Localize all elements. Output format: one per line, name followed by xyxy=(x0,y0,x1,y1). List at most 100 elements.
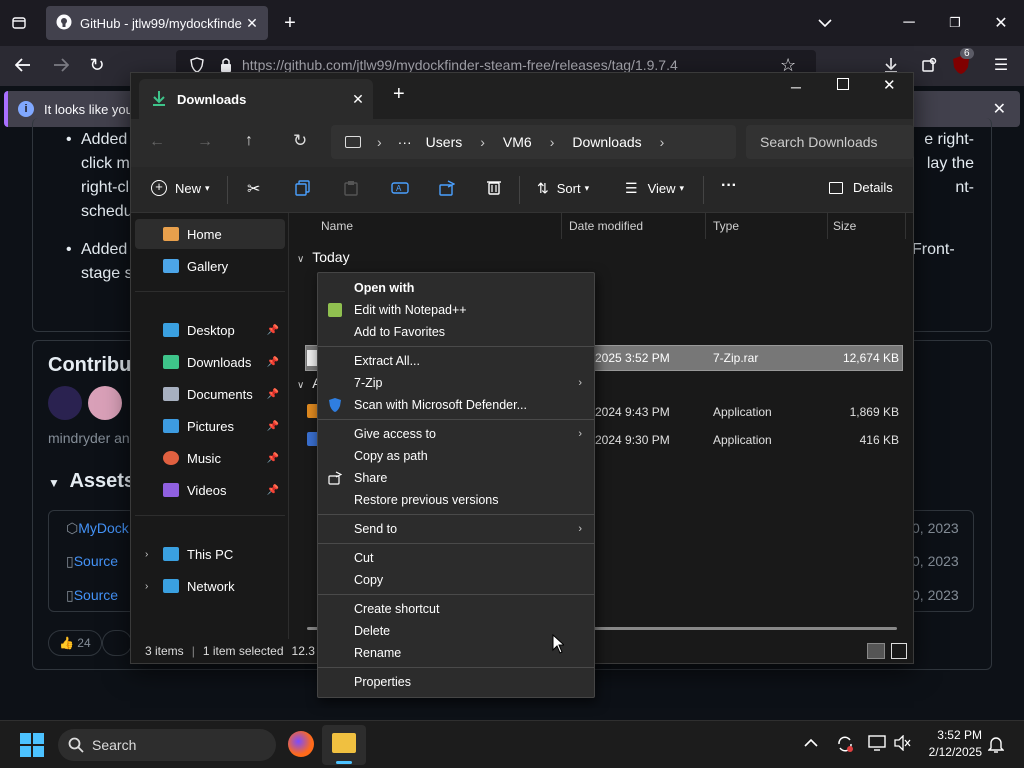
cut-icon[interactable]: ✂ xyxy=(247,179,260,199)
menu-item-extract-all[interactable]: Extract All... xyxy=(318,350,594,372)
notification-bell-icon[interactable] xyxy=(987,735,1005,758)
sort-button[interactable]: ⇅ Sort ▾ xyxy=(537,180,589,197)
menu-item-give-access[interactable]: Give access to › xyxy=(318,423,594,445)
menu-item-edit-notepad[interactable]: Edit with Notepad++ xyxy=(318,299,594,321)
delete-icon[interactable] xyxy=(487,179,501,195)
assets-heading[interactable]: ▼ Assets xyxy=(48,470,135,493)
minimize-icon[interactable]: ─ xyxy=(894,8,924,38)
nav-item-downloads[interactable]: Downloads 📌 xyxy=(135,347,285,377)
ublock-icon[interactable]: 6 xyxy=(950,48,976,80)
tab-close-icon[interactable]: ✕ xyxy=(242,15,262,32)
details-view-icon[interactable] xyxy=(867,643,885,659)
explorer-tab-close-icon[interactable]: ✕ xyxy=(343,91,373,108)
column-header-size[interactable]: Size xyxy=(833,219,856,233)
column-divider[interactable] xyxy=(561,213,562,239)
pin-icon[interactable]: 📌 xyxy=(267,485,279,496)
menu-item-scan-defender[interactable]: Scan with Microsoft Defender... xyxy=(318,394,594,416)
menu-icon[interactable]: ☰ xyxy=(986,50,1016,80)
paste-icon[interactable] xyxy=(343,180,359,196)
reload-icon[interactable]: ↻ xyxy=(82,50,112,80)
asset-row[interactable]: ▯Source xyxy=(66,553,118,571)
taskbar-search[interactable]: Search xyxy=(58,729,276,761)
explorer-forward-icon[interactable]: → xyxy=(197,133,213,151)
nav-item-pictures[interactable]: Pictures 📌 xyxy=(135,411,285,441)
nav-item-home[interactable]: Home xyxy=(135,219,285,249)
explorer-refresh-icon[interactable]: ↻ xyxy=(293,131,307,151)
menu-item-copy[interactable]: Copy xyxy=(318,569,594,591)
column-header-type[interactable]: Type xyxy=(713,219,739,233)
menu-item-copy-as-path[interactable]: Copy as path xyxy=(318,445,594,467)
menu-item-create-shortcut[interactable]: Create shortcut xyxy=(318,598,594,620)
volume-muted-icon[interactable] xyxy=(894,734,912,756)
copy-icon[interactable] xyxy=(295,180,311,196)
contributor-avatar[interactable] xyxy=(48,386,82,420)
menu-item-properties[interactable]: Properties xyxy=(318,671,594,693)
pin-icon[interactable]: 📌 xyxy=(267,421,279,432)
column-divider[interactable] xyxy=(827,213,828,239)
column-header-date[interactable]: Date modified xyxy=(569,219,643,233)
nav-item-this-pc[interactable]: › This PC xyxy=(135,539,285,569)
pin-icon[interactable]: 📌 xyxy=(267,389,279,400)
extensions-icon[interactable] xyxy=(914,50,944,80)
nav-item-videos[interactable]: Videos 📌 xyxy=(135,475,285,505)
browser-tab-github[interactable]: GitHub - jtlw99/mydockfinder- ✕ xyxy=(46,6,268,40)
explorer-search-input[interactable]: Search Downloads xyxy=(746,125,914,159)
rename-icon[interactable]: A xyxy=(391,180,409,196)
nav-item-desktop[interactable]: Desktop 📌 xyxy=(135,315,285,345)
column-divider[interactable] xyxy=(705,213,706,239)
firefox-icon[interactable] xyxy=(288,731,314,757)
explorer-address-bar[interactable]: › ··· Users › VM6 › Downloads › xyxy=(331,125,736,159)
explorer-maximize-icon[interactable] xyxy=(837,78,849,90)
contributor-avatar[interactable] xyxy=(88,386,122,420)
explorer-new-tab-icon[interactable]: + xyxy=(393,83,405,106)
column-divider[interactable] xyxy=(905,213,906,239)
pin-icon[interactable]: 📌 xyxy=(267,453,279,464)
nav-item-gallery[interactable]: Gallery xyxy=(135,251,285,281)
menu-item-7zip[interactable]: 7-Zip › xyxy=(318,372,594,394)
explorer-tab-downloads[interactable]: Downloads ✕ xyxy=(139,79,373,119)
notification-close-icon[interactable]: ✕ xyxy=(993,99,1006,119)
menu-item-open-with[interactable]: Open with xyxy=(318,277,594,299)
explorer-close-icon[interactable]: ✕ xyxy=(883,76,896,94)
tiles-view-icon[interactable] xyxy=(891,643,907,659)
expand-chevron-icon[interactable]: › xyxy=(145,549,148,560)
menu-item-send-to[interactable]: Send to › xyxy=(318,518,594,540)
nav-item-network[interactable]: › Network xyxy=(135,571,285,601)
asset-row[interactable]: ⬡MyDock xyxy=(66,520,129,538)
network-status-icon[interactable] xyxy=(868,735,886,756)
nav-item-music[interactable]: Music 📌 xyxy=(135,443,285,473)
breadcrumb-downloads[interactable]: Downloads xyxy=(572,134,641,150)
pin-icon[interactable]: 📌 xyxy=(267,357,279,368)
windows-start-icon[interactable] xyxy=(20,733,44,762)
breadcrumb-vm6[interactable]: VM6 xyxy=(503,134,532,150)
explorer-up-icon[interactable]: ↑ xyxy=(245,132,253,150)
nav-item-documents[interactable]: Documents 📌 xyxy=(135,379,285,409)
menu-item-cut[interactable]: Cut xyxy=(318,547,594,569)
close-window-icon[interactable]: ✕ xyxy=(986,8,1016,38)
breadcrumb-users[interactable]: Users xyxy=(426,134,463,150)
pin-icon[interactable]: 📌 xyxy=(267,325,279,336)
explorer-minimize-icon[interactable]: ─ xyxy=(791,79,801,95)
restore-icon[interactable]: ❐ xyxy=(940,8,970,38)
reaction-button[interactable] xyxy=(102,630,132,656)
see-more-button[interactable]: ··· xyxy=(721,177,737,195)
menu-item-add-favorites[interactable]: Add to Favorites xyxy=(318,321,594,343)
reaction-button[interactable]: 👍 24 xyxy=(48,630,102,656)
tab-list-icon[interactable] xyxy=(4,8,34,38)
share-icon[interactable] xyxy=(439,180,455,196)
new-tab-icon[interactable]: + xyxy=(275,8,305,38)
back-icon[interactable] xyxy=(8,50,38,80)
explorer-back-icon[interactable]: ← xyxy=(149,133,165,151)
breadcrumb-ellipsis[interactable]: ··· xyxy=(398,134,412,150)
column-header-name[interactable]: Name xyxy=(321,219,353,233)
expand-chevron-icon[interactable]: › xyxy=(145,581,148,592)
asset-row[interactable]: ▯Source xyxy=(66,587,118,605)
forward-icon[interactable] xyxy=(46,50,76,80)
show-hidden-icons-icon[interactable] xyxy=(804,735,818,751)
menu-item-share[interactable]: Share xyxy=(318,467,594,489)
list-all-tabs-icon[interactable] xyxy=(810,8,840,38)
details-button[interactable]: Details xyxy=(829,180,893,195)
clock[interactable]: 3:52 PM 2/12/2025 xyxy=(920,727,982,761)
new-button[interactable]: + New ▾ xyxy=(151,180,210,196)
view-button[interactable]: ☰ View ▾ xyxy=(625,180,684,197)
